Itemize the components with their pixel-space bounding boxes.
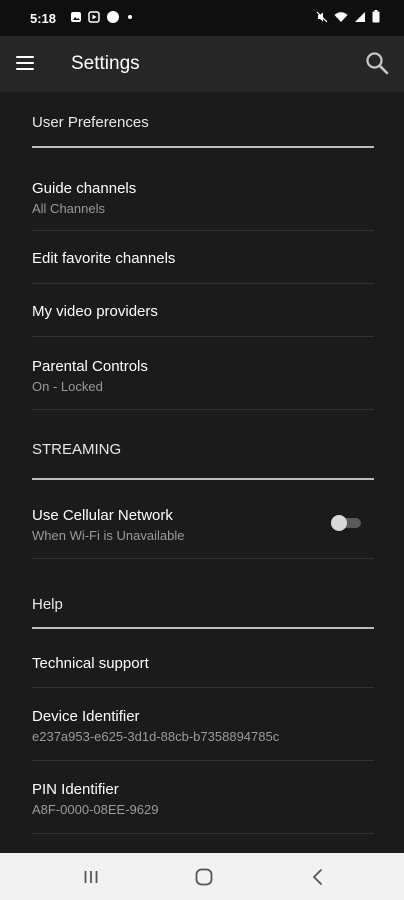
app-bar: Settings bbox=[0, 36, 404, 92]
status-right-icons bbox=[316, 10, 380, 23]
status-bar: 5:18 bbox=[0, 0, 404, 36]
settings-item-video-providers[interactable]: My video providers bbox=[32, 284, 374, 337]
circle-icon bbox=[107, 11, 119, 23]
item-subtitle: e237a953-e625-3d1d-88cb-b7358894785c bbox=[32, 729, 280, 744]
recents-icon[interactable] bbox=[79, 865, 103, 889]
search-icon[interactable] bbox=[364, 50, 390, 76]
item-subtitle: A8F-0000-08EE-9629 bbox=[32, 802, 159, 817]
wifi-icon bbox=[334, 11, 348, 22]
item-title: Use Cellular Network bbox=[32, 507, 173, 524]
page-title: Settings bbox=[71, 53, 140, 74]
settings-item-use-cellular-network[interactable]: Use Cellular Network When Wi-Fi is Unava… bbox=[32, 480, 374, 559]
section-header-streaming: STREAMING bbox=[32, 441, 122, 458]
settings-item-device-identifier[interactable]: Device Identifier e237a953-e625-3d1d-88c… bbox=[32, 688, 374, 761]
mute-icon bbox=[316, 11, 328, 22]
dot-icon bbox=[128, 15, 132, 19]
settings-item-parental-controls[interactable]: Parental Controls On - Locked bbox=[32, 337, 374, 410]
item-title: PIN Identifier bbox=[32, 781, 119, 798]
item-subtitle: On - Locked bbox=[32, 379, 103, 394]
section-header-help: Help bbox=[32, 596, 63, 613]
settings-item-guide-channels[interactable]: Guide channels All Channels bbox=[32, 148, 374, 231]
item-subtitle: All Channels bbox=[32, 201, 105, 216]
item-title: Parental Controls bbox=[32, 358, 148, 375]
battery-icon bbox=[372, 10, 380, 23]
home-icon[interactable] bbox=[192, 865, 216, 889]
section-header-user-preferences: User Preferences bbox=[32, 114, 149, 131]
settings-list: User Preferences Guide channels All Chan… bbox=[0, 92, 404, 834]
settings-item-edit-favorite-channels[interactable]: Edit favorite channels bbox=[32, 231, 374, 284]
item-title: Edit favorite channels bbox=[32, 250, 176, 267]
item-title: Technical support bbox=[32, 655, 149, 672]
status-left-icons bbox=[70, 10, 134, 24]
hamburger-menu-icon[interactable] bbox=[16, 52, 40, 76]
signal-icon bbox=[355, 11, 365, 22]
item-subtitle: When Wi-Fi is Unavailable bbox=[32, 528, 185, 543]
item-title: Device Identifier bbox=[32, 708, 140, 725]
system-nav-bar bbox=[0, 853, 404, 900]
back-icon[interactable] bbox=[306, 865, 330, 889]
toggle-thumb bbox=[331, 515, 347, 531]
photo-icon bbox=[71, 12, 81, 22]
status-time: 5:18 bbox=[30, 11, 57, 26]
cellular-network-toggle[interactable] bbox=[331, 515, 363, 531]
settings-item-technical-support[interactable]: Technical support bbox=[32, 629, 374, 688]
item-title: Guide channels bbox=[32, 180, 137, 197]
play-icon bbox=[88, 11, 100, 23]
item-title: My video providers bbox=[32, 303, 158, 320]
settings-item-pin-identifier[interactable]: PIN Identifier A8F-0000-08EE-9629 bbox=[32, 761, 374, 834]
